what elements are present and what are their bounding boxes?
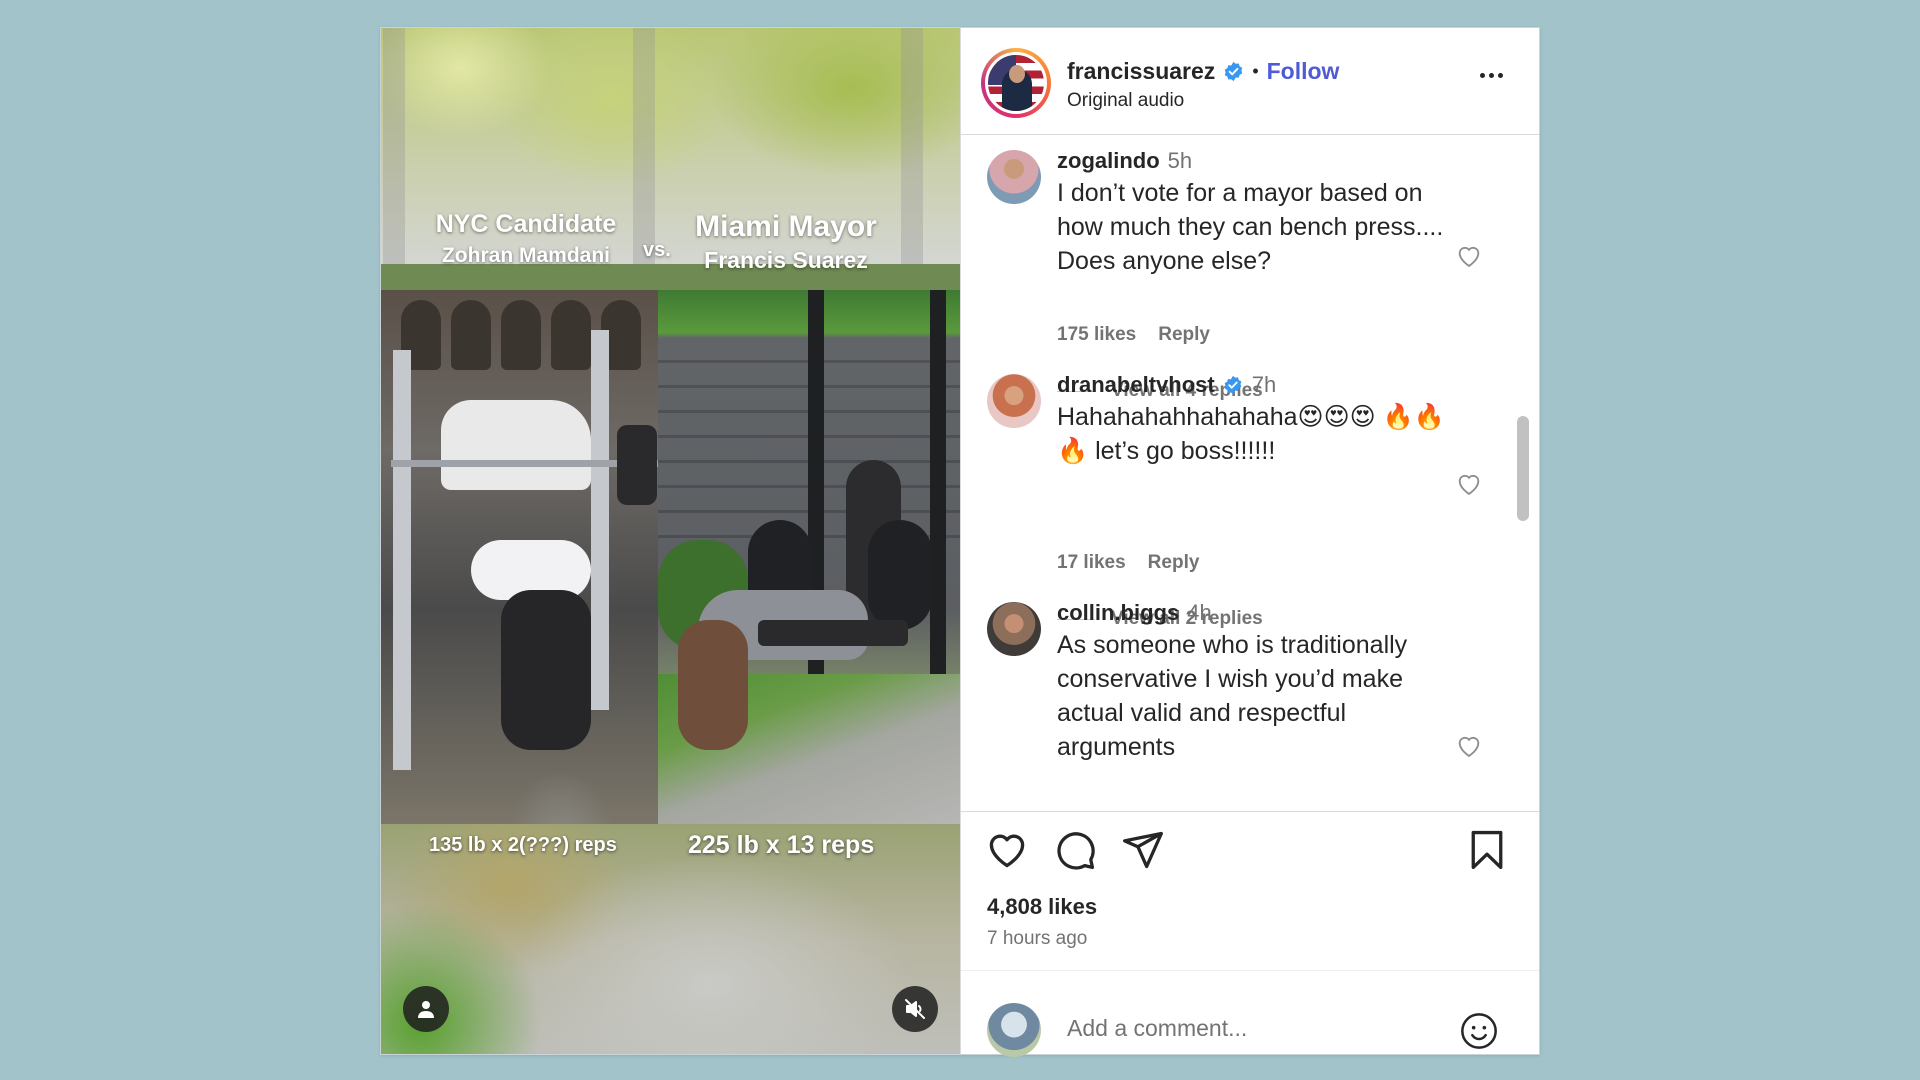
caption-left-name: Zohran Mamdani [441, 244, 610, 267]
follow-button[interactable]: Follow [1267, 58, 1340, 85]
verified-badge-icon [1223, 61, 1244, 82]
caption-right-title: Miami Mayor [695, 210, 877, 243]
reply-button[interactable]: Reply [1158, 324, 1210, 346]
comments-scrollbar[interactable] [1517, 416, 1529, 521]
comment-like-heart-icon[interactable] [1455, 242, 1483, 270]
author-avatar[interactable] [981, 48, 1051, 118]
author-line: francissuarez • Follow [1067, 58, 1339, 85]
commenter-avatar[interactable] [987, 602, 1041, 656]
smiley-face-icon[interactable] [1459, 1011, 1499, 1051]
bookmark-icon[interactable] [1465, 828, 1509, 872]
commenter-username[interactable]: dranabeltvhost [1057, 372, 1215, 398]
comment-time: 5h [1167, 148, 1193, 173]
likes-count[interactable]: 4,808 likes [987, 894, 1097, 920]
separator-dot: • [1252, 61, 1259, 81]
caption-right: Miami Mayor Francis Suarez [681, 210, 891, 274]
person-icon[interactable] [403, 986, 449, 1032]
add-comment-input[interactable] [1067, 1015, 1427, 1042]
caption-vs: vs. [643, 239, 671, 261]
comment-likes[interactable]: 175 likes [1057, 324, 1136, 346]
comment-time: 4h [1187, 600, 1212, 625]
comment-like-heart-icon[interactable] [1455, 732, 1483, 760]
verified-badge-icon [1223, 375, 1244, 396]
comment-likes[interactable]: 17 likes [1057, 552, 1126, 574]
comment-like-heart-icon[interactable] [1455, 470, 1483, 498]
paper-plane-icon[interactable] [1121, 828, 1165, 872]
post-media-video[interactable]: NYC Candidate Zohran Mamdani vs. Miami M… [381, 28, 960, 1054]
current-user-avatar [987, 1003, 1041, 1057]
heart-icon[interactable] [985, 828, 1029, 872]
rep-label-left: 135 lb x 2(???) reps [429, 834, 617, 856]
post-side-panel: francissuarez • Follow Original audio zo… [960, 28, 1539, 1057]
photo-right-bench-press [658, 290, 960, 824]
comment-text: As someone who is traditionally conserva… [1057, 631, 1408, 761]
photo-left-bench-press [381, 290, 658, 824]
post-timestamp[interactable]: 7 hours ago [987, 928, 1087, 950]
comment-text: I don’t vote for a mayor based on how mu… [1057, 179, 1444, 275]
comments-list[interactable]: zogalindo 5h I don’t vote for a mayor ba… [961, 136, 1539, 812]
caption-left-title: NYC Candidate [435, 210, 617, 238]
comment-bubble-icon[interactable] [1053, 828, 1097, 872]
caption-right-name: Francis Suarez [704, 247, 868, 273]
instagram-post: NYC Candidate Zohran Mamdani vs. Miami M… [380, 27, 1540, 1057]
commenter-avatar[interactable] [987, 374, 1041, 428]
muted-speaker-icon[interactable] [892, 986, 938, 1032]
original-audio-link[interactable]: Original audio [1067, 90, 1184, 112]
add-comment-bar [961, 970, 1539, 1057]
caption-left: NYC Candidate Zohran Mamdani [421, 210, 631, 268]
comment-time: 7h [1251, 372, 1277, 397]
reply-button[interactable]: Reply [1148, 552, 1200, 574]
author-username[interactable]: francissuarez [1067, 58, 1215, 85]
post-header: francissuarez • Follow Original audio [961, 28, 1539, 135]
rep-label-right: 225 lb x 13 reps [688, 831, 875, 859]
commenter-avatar[interactable] [987, 150, 1041, 204]
post-actions [961, 828, 1539, 888]
commenter-username[interactable]: zogalindo [1057, 148, 1160, 174]
commenter-username[interactable]: collin.biggs [1057, 600, 1179, 626]
comment-text: Hahahahahhahahaha😍😍😍 🔥🔥🔥 let’s go boss!!… [1057, 403, 1445, 465]
more-options-icon[interactable] [1480, 73, 1503, 78]
